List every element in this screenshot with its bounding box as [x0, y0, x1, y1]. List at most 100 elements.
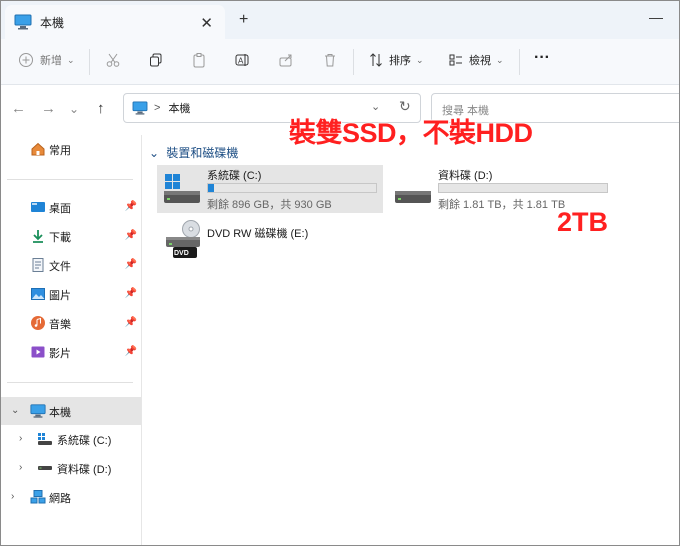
sidebar-item-drive-c[interactable]: › 系統碟 (C:) — [1, 425, 141, 453]
clipboard-icon — [190, 51, 208, 69]
sidebar-item-label: 本機 — [49, 407, 71, 419]
trash-icon — [321, 51, 339, 69]
sidebar-item-downloads[interactable]: 下載 📌 — [1, 222, 141, 250]
sidebar-item-label: 影片 — [49, 348, 71, 360]
drive-free-space: 剩餘 1.81 TB，共 1.81 TB — [438, 199, 566, 211]
videos-icon — [31, 346, 45, 358]
close-tab-icon[interactable]: ✕ — [200, 14, 213, 32]
sidebar-item-label: 網路 — [49, 493, 71, 505]
delete-button[interactable] — [321, 51, 339, 69]
copy-button[interactable] — [147, 51, 165, 69]
paste-button[interactable] — [190, 51, 208, 69]
sidebar-divider — [7, 179, 133, 180]
sidebar-item-label: 下載 — [49, 232, 71, 244]
tab-title: 本機 — [40, 15, 65, 30]
home-icon — [31, 142, 45, 156]
chevron-down-icon: ⌄ — [67, 54, 75, 65]
rename-button[interactable]: A — [233, 51, 251, 69]
network-icon — [30, 490, 46, 504]
this-pc-icon — [132, 101, 148, 115]
sidebar-item-videos[interactable]: 影片 📌 — [1, 338, 141, 366]
drive-name: DVD RW 磁碟機 (E:) — [207, 228, 309, 240]
view-list-icon — [447, 51, 465, 69]
this-pc-icon — [30, 404, 46, 418]
chevron-right-icon[interactable]: › — [11, 491, 14, 502]
scissors-icon — [104, 51, 122, 69]
drive-tile-d[interactable]: 資料碟 (D:) 剩餘 1.81 TB，共 1.81 TB — [388, 165, 614, 213]
chevron-down-icon: ⌄ — [149, 146, 160, 160]
drive-free-space: 剩餘 896 GB，共 930 GB — [207, 199, 332, 211]
chevron-down-icon: ⌄ — [496, 54, 504, 65]
sidebar-divider — [7, 382, 133, 383]
share-button[interactable] — [277, 51, 295, 69]
drive-tile-c[interactable]: 系統碟 (C:) 剩餘 896 GB，共 930 GB — [157, 165, 383, 213]
pin-icon[interactable]: 📌 — [125, 288, 137, 299]
navigation-pane: 常用 桌面 📌 下載 📌 文件 📌 圖片 📌 音樂 📌 影片 📌 ⌄ 本機 › … — [1, 135, 142, 545]
view-label: 檢視 — [469, 55, 491, 67]
chevron-right-icon[interactable]: › — [19, 462, 22, 473]
sidebar-item-documents[interactable]: 文件 📌 — [1, 251, 141, 279]
pin-icon[interactable]: 📌 — [125, 201, 137, 212]
sort-icon — [367, 51, 385, 69]
pictures-icon — [31, 288, 45, 300]
cut-button[interactable] — [104, 51, 122, 69]
sidebar-item-label: 系統碟 (C:) — [57, 435, 112, 447]
breadcrumb-separator: > — [154, 102, 161, 114]
svg-text:A: A — [238, 57, 244, 66]
this-pc-icon — [14, 14, 32, 30]
file-explorer-window: 本機 ✕ + — 新增 ⌄ A 排序 ⌄ 檢視 ⌄ ··· ← → ⌄ ↑ > … — [0, 0, 680, 546]
group-header-devices[interactable]: ⌄ 裝置和磁碟機 — [149, 144, 238, 161]
pin-icon[interactable]: 📌 — [125, 259, 137, 270]
drive-usage-bar — [438, 183, 608, 193]
pin-icon[interactable]: 📌 — [125, 230, 137, 241]
forward-arrow-icon[interactable]: → — [41, 100, 56, 117]
add-tab-button[interactable]: + — [239, 11, 248, 29]
drive-usage-bar — [207, 183, 377, 193]
sidebar-item-music[interactable]: 音樂 📌 — [1, 309, 141, 337]
windows-drive-icon — [164, 174, 200, 203]
toolbar-divider — [519, 49, 520, 75]
sidebar-item-pictures[interactable]: 圖片 📌 — [1, 280, 141, 308]
sidebar-item-drive-d[interactable]: › 資料碟 (D:) — [1, 454, 141, 482]
chevron-right-icon[interactable]: › — [19, 433, 22, 444]
toolbar-divider — [89, 49, 90, 75]
toolbar-divider — [353, 49, 354, 75]
chevron-down-icon[interactable]: ⌄ — [11, 405, 19, 416]
back-arrow-icon[interactable]: ← — [11, 100, 26, 117]
sidebar-item-label: 音樂 — [49, 319, 71, 331]
pin-icon[interactable]: 📌 — [125, 346, 137, 357]
sidebar-item-label: 常用 — [49, 145, 71, 157]
sort-label: 排序 — [389, 55, 411, 67]
share-icon — [277, 51, 295, 69]
sidebar-item-this-pc[interactable]: ⌄ 本機 — [1, 397, 141, 425]
title-bar: 本機 ✕ + — — [1, 1, 679, 39]
document-icon — [32, 258, 44, 272]
music-icon — [31, 316, 45, 330]
tab-this-pc[interactable]: 本機 ✕ — [5, 5, 225, 39]
sidebar-item-home[interactable]: 常用 — [1, 135, 141, 163]
desktop-icon — [31, 202, 45, 212]
sort-button[interactable]: 排序 ⌄ — [367, 51, 424, 69]
sidebar-item-desktop[interactable]: 桌面 📌 — [1, 193, 141, 221]
recent-chevron-icon[interactable]: ⌄ — [69, 102, 79, 116]
minimize-button[interactable]: — — [649, 9, 663, 25]
sidebar-item-network[interactable]: › 網路 — [1, 483, 141, 511]
sidebar-item-label: 文件 — [49, 261, 71, 273]
sidebar-item-label: 圖片 — [49, 290, 71, 302]
plus-circle-icon — [17, 51, 35, 69]
more-options-button[interactable]: ··· — [534, 49, 550, 67]
dvd-badge: DVD — [174, 250, 189, 257]
pin-icon[interactable]: 📌 — [125, 317, 137, 328]
sidebar-item-label: 資料碟 (D:) — [57, 464, 112, 476]
up-arrow-icon[interactable]: ↑ — [97, 100, 105, 117]
breadcrumb-location[interactable]: 本機 — [168, 100, 190, 116]
rename-icon: A — [233, 51, 251, 69]
drive-tile-e[interactable]: DVD DVD RW 磁碟機 (E:) — [157, 219, 383, 267]
sidebar-item-label: 桌面 — [49, 203, 71, 215]
drive-name: 系統碟 (C:) — [207, 170, 262, 182]
view-button[interactable]: 檢視 ⌄ — [447, 51, 504, 69]
download-icon — [33, 230, 43, 243]
annotation-capacity: 2TB — [556, 206, 609, 238]
copy-icon — [147, 51, 165, 69]
new-button[interactable]: 新增 ⌄ — [17, 51, 75, 69]
